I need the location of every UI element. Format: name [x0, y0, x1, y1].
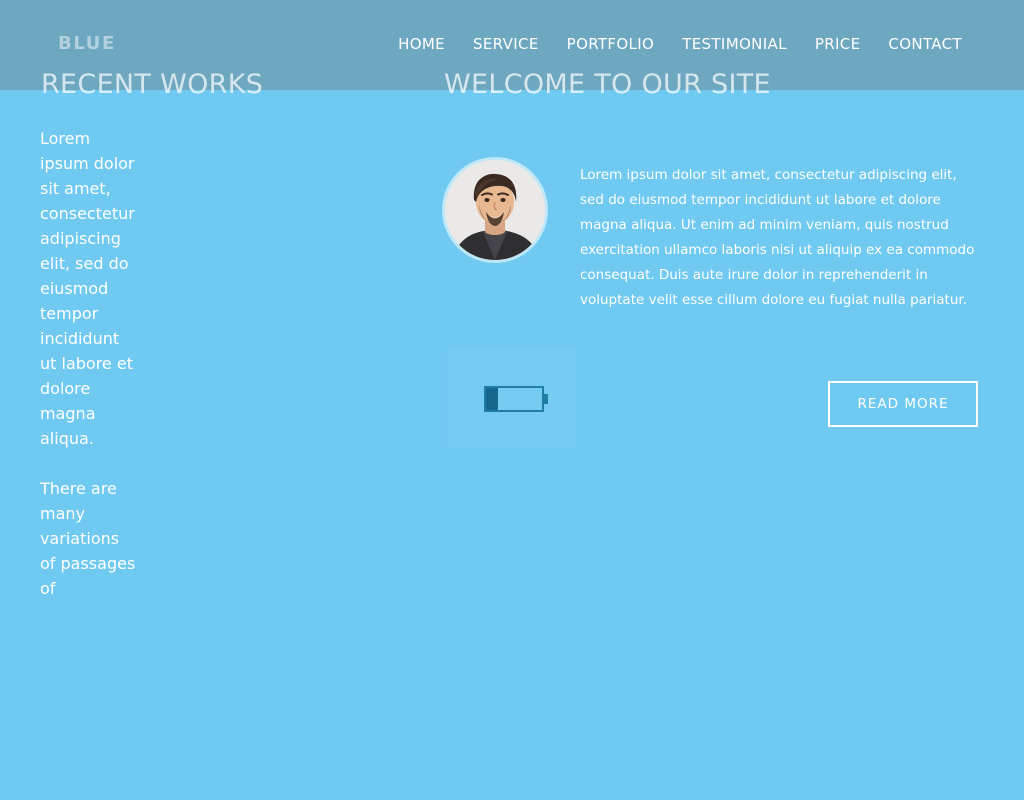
nav-item-home[interactable]: HOME: [384, 35, 459, 53]
avatar-photo-icon: [445, 160, 545, 260]
avatar: [445, 160, 545, 260]
nav-item-contact[interactable]: CONTACT: [874, 35, 976, 53]
left-text-column: Lorem ipsum dolor sit amet, consectetur …: [40, 126, 136, 626]
nav-item-testimonial[interactable]: TESTIMONIAL: [668, 35, 801, 53]
top-navigation-bar: BLUE HOME SERVICE PORTFOLIO TESTIMONIAL …: [0, 0, 1024, 90]
intro-paragraph: Lorem ipsum dolor sit amet, consectetur …: [580, 167, 975, 308]
page-root: BLUE HOME SERVICE PORTFOLIO TESTIMONIAL …: [0, 0, 1024, 800]
battery-low-icon: [484, 386, 548, 416]
intro-row: Lorem ipsum dolor sit amet, consectetur …: [444, 150, 984, 320]
main-content: Lorem ipsum dolor sit amet, consectetur …: [444, 150, 984, 320]
battery-icon-svg: [484, 386, 548, 412]
main-nav: HOME SERVICE PORTFOLIO TESTIMONIAL PRICE…: [384, 35, 976, 53]
read-more-button[interactable]: READ MORE: [828, 381, 978, 427]
lower-row: READ MORE: [444, 350, 984, 450]
nav-item-service[interactable]: SERVICE: [459, 35, 553, 53]
battery-panel: [447, 350, 575, 447]
nav-item-portfolio[interactable]: PORTFOLIO: [553, 35, 669, 53]
left-column-paragraph-1: Lorem ipsum dolor sit amet, consectetur …: [40, 129, 135, 448]
left-column-paragraph-2: There are many variations of passages of: [40, 479, 136, 598]
site-logo[interactable]: BLUE: [58, 33, 116, 54]
nav-item-price[interactable]: PRICE: [801, 35, 875, 53]
